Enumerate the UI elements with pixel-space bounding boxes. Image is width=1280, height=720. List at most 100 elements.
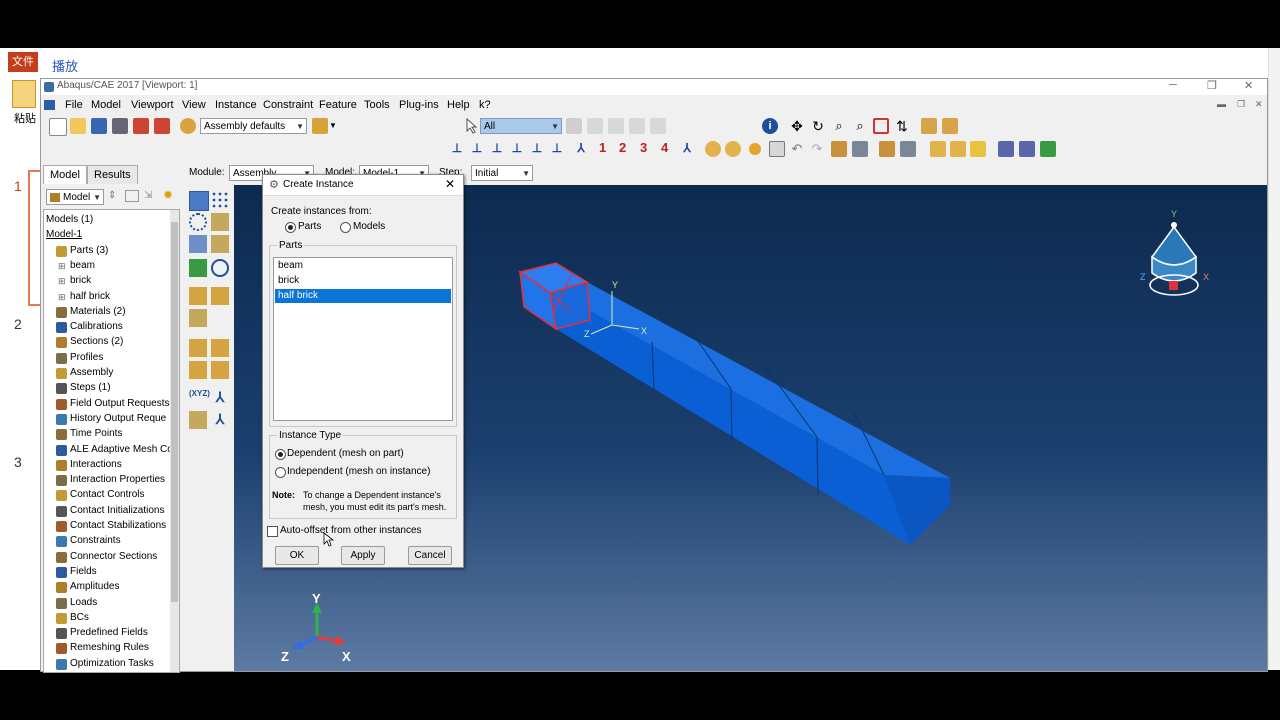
view-preset-2[interactable]: 2 xyxy=(619,140,626,155)
tab-results[interactable]: Results xyxy=(87,165,138,184)
translate-to-icon[interactable] xyxy=(211,235,229,253)
tree-item[interactable]: Models (1) xyxy=(46,214,93,225)
tree-item[interactable]: History Output Reque xyxy=(70,413,166,424)
position-constraint-icon[interactable] xyxy=(189,287,207,305)
list-item[interactable]: half brick xyxy=(275,289,451,303)
tree-item[interactable]: Contact Controls xyxy=(70,489,144,500)
tree-item[interactable]: half brick xyxy=(70,291,110,302)
radio-parts[interactable] xyxy=(285,222,296,233)
auto-offset-checkbox[interactable] xyxy=(267,526,278,537)
view-xy-icon[interactable]: ⊥ xyxy=(449,141,465,157)
tree-item[interactable]: Steps (1) xyxy=(70,382,111,393)
menu-constraint[interactable]: Constraint xyxy=(263,99,313,111)
views-toolbar-icon[interactable] xyxy=(942,118,958,134)
csys-triad-icon[interactable]: ⅄ xyxy=(211,389,229,407)
view-zy-icon[interactable]: ⊥ xyxy=(509,141,525,157)
auto-offset-label[interactable]: Auto-offset from other instances xyxy=(280,525,422,536)
document-menu-icon[interactable] xyxy=(44,100,55,110)
print-icon[interactable] xyxy=(112,118,128,134)
menu-viewport[interactable]: Viewport xyxy=(131,99,174,111)
pan-icon[interactable]: ✥ xyxy=(789,118,805,134)
tree-item[interactable]: ALE Adaptive Mesh Co xyxy=(70,444,173,455)
tree-item[interactable]: Time Points xyxy=(70,428,122,439)
tree-item[interactable]: Predefined Fields xyxy=(70,627,148,638)
redo-icon[interactable]: ↷ xyxy=(809,141,825,157)
rotate-icon[interactable]: ↻ xyxy=(810,118,826,134)
tree-item[interactable]: Profiles xyxy=(70,352,103,363)
color-code-icon[interactable] xyxy=(180,118,196,134)
radial-pattern-icon[interactable] xyxy=(189,213,207,231)
new-file-icon[interactable] xyxy=(49,118,67,136)
display-option-icon[interactable] xyxy=(900,141,916,157)
edit-feature-icon[interactable] xyxy=(189,309,207,327)
menu-file[interactable]: File xyxy=(65,99,83,111)
views-toolbar-icon[interactable] xyxy=(921,118,937,134)
render-style-icon[interactable] xyxy=(725,141,741,157)
apply-button[interactable]: Apply xyxy=(341,546,385,565)
hint-lightbulb-icon[interactable]: ✹ xyxy=(163,188,173,202)
tree-item[interactable]: Remeshing Rules xyxy=(70,642,149,653)
menu-help[interactable]: Help xyxy=(447,99,470,111)
chevron-down-icon[interactable]: ▼ xyxy=(329,121,337,130)
menu-model[interactable]: Model xyxy=(91,99,121,111)
display-option-icon[interactable] xyxy=(879,141,895,157)
tree-item[interactable]: beam xyxy=(70,260,95,271)
tree-scroll-thumb[interactable] xyxy=(171,222,178,602)
menu-tools[interactable]: Tools xyxy=(364,99,390,111)
cube-icon[interactable] xyxy=(950,141,966,157)
linear-pattern-icon[interactable] xyxy=(211,191,229,209)
sort-icon[interactable]: ⇕ xyxy=(108,190,116,201)
datum-point-icon[interactable] xyxy=(189,339,207,357)
export-icon[interactable] xyxy=(133,118,149,134)
expand-icon[interactable]: ⊞ xyxy=(58,276,66,287)
slide-thumbnail-frame[interactable] xyxy=(28,170,40,306)
display-option-icon[interactable] xyxy=(852,141,868,157)
tree-item[interactable]: brick xyxy=(70,275,91,286)
context-help-icon[interactable]: k? xyxy=(479,99,491,111)
tree-item[interactable]: Contact Initializations xyxy=(70,505,165,516)
query-info-icon[interactable]: i xyxy=(762,118,778,134)
filter-icon[interactable] xyxy=(125,190,139,202)
merge-cut-icon[interactable] xyxy=(189,259,207,277)
boolean-icon[interactable] xyxy=(211,259,229,277)
import-icon[interactable] xyxy=(154,118,170,134)
mesh-cube-icon[interactable] xyxy=(998,141,1014,157)
menu-feature[interactable]: Feature xyxy=(319,99,357,111)
maximize-icon[interactable]: ❐ xyxy=(1207,79,1217,92)
tree-item[interactable]: Optimization Tasks xyxy=(70,658,154,669)
shaded-icon[interactable] xyxy=(749,143,761,155)
tree-item[interactable]: Connector Sections xyxy=(70,551,157,562)
expand-icon[interactable]: ⊞ xyxy=(58,292,66,303)
parts-list[interactable]: beam brick half brick xyxy=(273,257,453,421)
cycle-views-icon[interactable]: ⇅ xyxy=(894,118,910,134)
display-option-icon[interactable] xyxy=(831,141,847,157)
tree-item[interactable]: Interaction Properties xyxy=(70,474,165,485)
mesh-cube-icon[interactable] xyxy=(1019,141,1035,157)
render-style-icon[interactable] xyxy=(705,141,721,157)
ok-button[interactable]: OK xyxy=(275,546,319,565)
minimize-icon[interactable]: ─ xyxy=(1169,79,1177,91)
assembly-defaults-select[interactable]: Assembly defaults ▼ xyxy=(200,118,307,134)
tree-item[interactable]: Interactions xyxy=(70,459,122,470)
background-scrollbar[interactable] xyxy=(1268,48,1280,670)
selection-filter-select[interactable]: All ▼ xyxy=(480,118,562,134)
iso-view-icon[interactable]: ⅄ xyxy=(573,141,589,157)
rotate-instance-icon[interactable] xyxy=(189,235,207,253)
datum-axis-icon[interactable] xyxy=(211,339,229,357)
display-group-icon[interactable] xyxy=(312,118,328,134)
mesh-edge-icon[interactable] xyxy=(769,141,785,157)
view-yz-icon[interactable]: ⊥ xyxy=(489,141,505,157)
cube-icon[interactable] xyxy=(970,141,986,157)
view-xz-icon[interactable]: ⊥ xyxy=(549,141,565,157)
menu-instance[interactable]: Instance xyxy=(215,99,257,111)
query-tool-icon[interactable] xyxy=(189,411,207,429)
child-restore-icon[interactable]: ❐ xyxy=(1237,99,1245,110)
magnify-icon[interactable]: ⌕ xyxy=(831,118,847,134)
menu-plugins[interactable]: Plug-ins xyxy=(399,99,439,111)
child-minimize-icon[interactable]: ▬ xyxy=(1217,99,1226,109)
save-icon[interactable] xyxy=(91,118,107,134)
menu-view[interactable]: View xyxy=(182,99,206,111)
selection-option-icon[interactable] xyxy=(650,118,666,134)
view-yx-icon[interactable]: ⊥ xyxy=(469,141,485,157)
tree-item[interactable]: Parts (3) xyxy=(70,245,108,256)
